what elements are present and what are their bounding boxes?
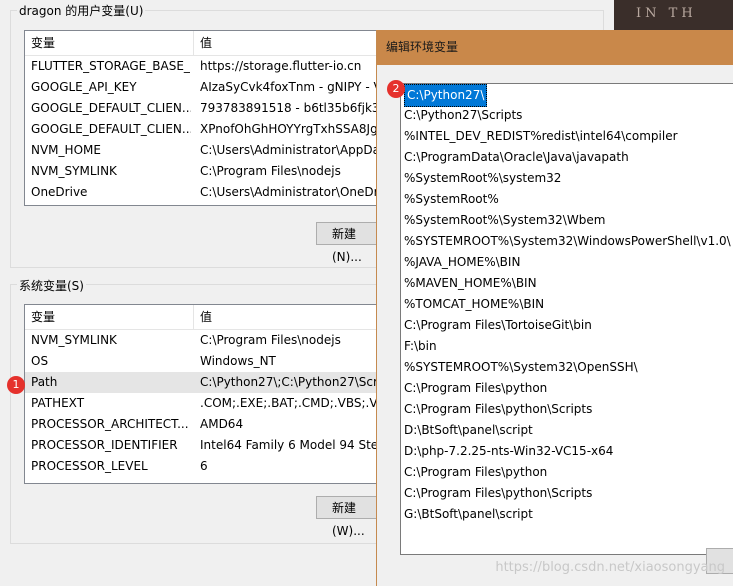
annotation-badge-2: 2 bbox=[387, 80, 405, 98]
background-image: IN TH bbox=[614, 0, 733, 30]
path-entry[interactable]: C:\Python27\Scripts bbox=[401, 105, 733, 126]
path-entry-text: C:\Program Files\TortoiseGit\bin bbox=[404, 318, 592, 332]
path-entry[interactable]: %MAVEN_HOME%\BIN bbox=[401, 273, 733, 294]
system-vars-title: 系统变量(S) bbox=[17, 277, 86, 294]
path-entry[interactable]: D:\BtSoft\panel\script bbox=[401, 420, 733, 441]
path-entry[interactable]: F:\bin bbox=[401, 336, 733, 357]
variable-name: PROCESSOR_LEVEL bbox=[31, 459, 148, 473]
path-entry-text: %TOMCAT_HOME%\BIN bbox=[404, 297, 545, 311]
variable-name: GOOGLE_API_KEY bbox=[31, 80, 137, 94]
variable-name: PROCESSOR_IDENTIFIER bbox=[31, 438, 178, 452]
path-entry-text: C:\Program Files\python bbox=[404, 465, 548, 479]
variable-name: PROCESSOR_ARCHITECT... bbox=[31, 417, 189, 431]
variable-name: OS bbox=[31, 354, 49, 368]
path-entry-text: C:\Program Files\python\Scripts bbox=[404, 486, 593, 500]
path-entry-text: C:\Program Files\python\Scripts bbox=[404, 402, 593, 416]
path-entry-text: %JAVA_HOME%\BIN bbox=[404, 255, 521, 269]
variable-name: GOOGLE_DEFAULT_CLIEN... bbox=[31, 101, 191, 115]
user-vars-title: dragon 的用户变量(U) bbox=[17, 2, 146, 19]
path-entry-text: %INTEL_DEV_REDIST%redist\intel64\compile… bbox=[404, 129, 678, 143]
path-entry[interactable]: %INTEL_DEV_REDIST%redist\intel64\compile… bbox=[401, 126, 733, 147]
path-entry-text: %SystemRoot%\System32\Wbem bbox=[404, 213, 606, 227]
path-entry-text: C:\ProgramData\Oracle\Java\javapath bbox=[404, 150, 629, 164]
path-entry-text: C:\Python27\Scripts bbox=[404, 108, 523, 122]
column-header-variable[interactable]: 变量 bbox=[25, 305, 193, 329]
path-entry-text: F:\bin bbox=[404, 339, 437, 353]
variable-name: GOOGLE_DEFAULT_CLIEN... bbox=[31, 122, 191, 136]
variable-name: OneDrive bbox=[31, 185, 88, 199]
path-entry[interactable]: C:\Python27\ bbox=[401, 84, 733, 107]
variable-name: FLUTTER_STORAGE_BASE_... bbox=[31, 59, 191, 73]
path-entry[interactable]: C:\Program Files\TortoiseGit\bin bbox=[401, 315, 733, 336]
path-entry[interactable]: C:\Program Files\python bbox=[401, 378, 733, 399]
dialog-title: 编辑环境变量 bbox=[377, 30, 733, 65]
path-entry-text: C:\Program Files\python bbox=[404, 381, 548, 395]
path-entry-text: C:\Python27\ bbox=[404, 84, 488, 107]
path-entry-text: D:\BtSoft\panel\script bbox=[404, 423, 533, 437]
variable-name: NVM_SYMLINK bbox=[31, 333, 117, 347]
path-entry[interactable]: %SystemRoot%\system32 bbox=[401, 168, 733, 189]
path-entries-list[interactable]: C:\Python27\ C:\Python27\Scripts %INTEL_DE… bbox=[400, 83, 733, 555]
path-entry[interactable]: C:\Program Files\python bbox=[401, 462, 733, 483]
path-entry-text: D:\php-7.2.25-nts-Win32-VC15-x64 bbox=[404, 444, 614, 458]
path-entry[interactable]: %SYSTEMROOT%\System32\OpenSSH\ bbox=[401, 357, 733, 378]
path-entry[interactable]: %SystemRoot% bbox=[401, 189, 733, 210]
path-entry[interactable]: D:\php-7.2.25-nts-Win32-VC15-x64 bbox=[401, 441, 733, 462]
variable-name: Path bbox=[31, 375, 58, 389]
path-entry[interactable]: C:\ProgramData\Oracle\Java\javapath bbox=[401, 147, 733, 168]
path-entry[interactable]: %SYSTEMROOT%\System32\WindowsPowerShell\… bbox=[401, 231, 733, 252]
path-entry-text: %MAVEN_HOME%\BIN bbox=[404, 276, 537, 290]
path-entry[interactable]: G:\BtSoft\panel\script bbox=[401, 504, 733, 525]
annotation-badge-1: 1 bbox=[7, 376, 25, 394]
path-entry-text: %SystemRoot%\system32 bbox=[404, 171, 562, 185]
path-entry[interactable]: C:\Program Files\python\Scripts bbox=[401, 483, 733, 504]
path-entry[interactable]: %SystemRoot%\System32\Wbem bbox=[401, 210, 733, 231]
variable-name: NVM_SYMLINK bbox=[31, 164, 117, 178]
variable-name: PATHEXT bbox=[31, 396, 85, 410]
path-entry-text: %SYSTEMROOT%\System32\WindowsPowerShell\… bbox=[404, 234, 731, 248]
background-text: IN TH bbox=[636, 6, 697, 21]
edit-env-dialog: 编辑环境变量 C:\Python27\ C:\Python27\Scripts %I… bbox=[376, 30, 733, 586]
variable-name: NVM_HOME bbox=[31, 143, 101, 157]
path-entry[interactable]: C:\Program Files\python\Scripts bbox=[401, 399, 733, 420]
path-entry[interactable]: %TOMCAT_HOME%\BIN bbox=[401, 294, 733, 315]
path-entry-text: %SYSTEMROOT%\System32\OpenSSH\ bbox=[404, 360, 638, 374]
path-entry-text: %SystemRoot% bbox=[404, 192, 499, 206]
watermark: https://blog.csdn.net/xiaosongyang bbox=[495, 560, 725, 575]
column-header-variable[interactable]: 变量 bbox=[25, 31, 193, 55]
path-entry-text: G:\BtSoft\panel\script bbox=[404, 507, 533, 521]
path-entry[interactable]: %JAVA_HOME%\BIN bbox=[401, 252, 733, 273]
